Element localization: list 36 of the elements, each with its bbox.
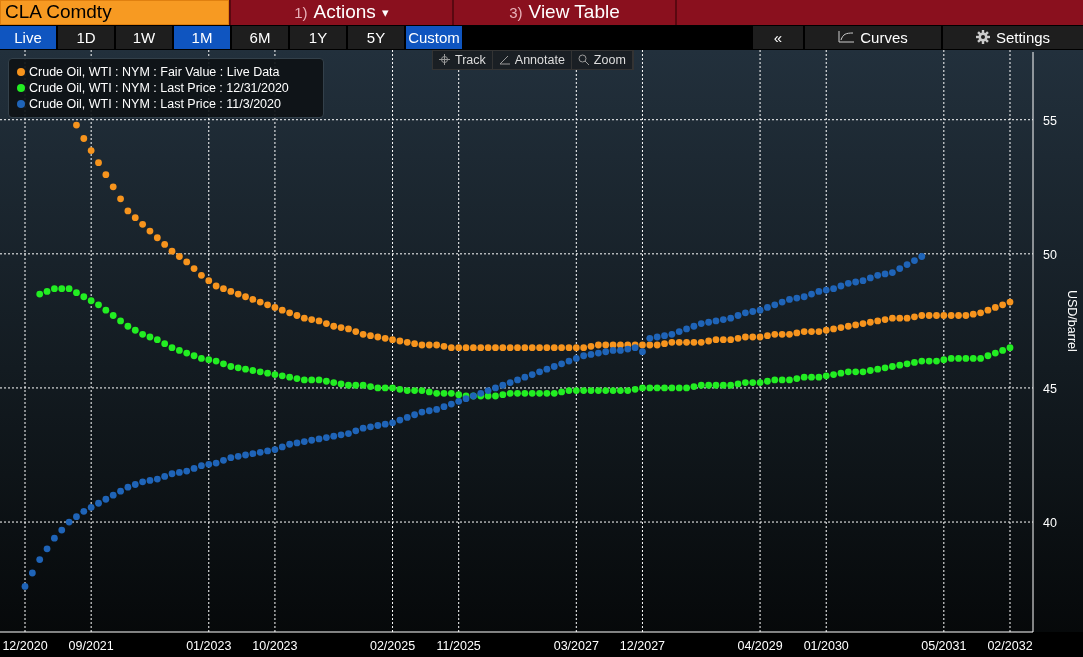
y-tick-label: 45 [1043, 381, 1057, 396]
y-tick-label: 50 [1043, 247, 1057, 262]
collapse-button[interactable]: « [753, 25, 803, 49]
y-tick-label: 40 [1043, 515, 1057, 530]
x-tick-label: 04/2029 [737, 638, 783, 653]
x-tick-label: 05/2031 [921, 638, 967, 653]
legend-label: Crude Oil, WTI : NYM : Last Price : 11/3/2020 [29, 95, 281, 112]
range-tab[interactable]: Custom [406, 25, 462, 49]
x-tick-label: 09/2021 [68, 638, 114, 653]
x-tick-label: 02/2025 [369, 638, 416, 653]
legend-label: Crude Oil, WTI : NYM : Last Price : 12/31/2020 [29, 79, 289, 96]
legend-label: Crude Oil, WTI : NYM : Fair Value : Live Data [29, 63, 280, 80]
x-tick-label: 01/2030 [803, 638, 849, 653]
range-tab[interactable]: 6M [232, 25, 288, 49]
x-tick-label: 10/2023 [252, 638, 298, 653]
range-tab[interactable]: 5Y [348, 25, 404, 49]
curves-button[interactable]: Curves [805, 25, 941, 49]
x-tick-label: 02/2032 [987, 638, 1033, 653]
x-tick-label: 01/2023 [186, 638, 232, 653]
ticker-field[interactable]: CLA Comdty [0, 0, 229, 25]
range-tab[interactable]: 1Y [290, 25, 346, 49]
chart-tool-button[interactable]: Track [433, 50, 493, 69]
range-tab[interactable]: Live [0, 25, 56, 49]
y-tick-label: 55 [1043, 113, 1057, 128]
y-axis-title: USD/barrel [1065, 289, 1079, 352]
range-tab[interactable]: 1W [116, 25, 172, 49]
x-tick-label: 12/2027 [619, 638, 666, 653]
caret-icon: ▾ [381, 5, 389, 20]
settings-button[interactable]: Settings [943, 25, 1083, 49]
chart-tool-button[interactable]: Annotate [492, 50, 572, 69]
x-tick-label: 11/2025 [436, 638, 481, 653]
chart-tool-button[interactable]: Zoom [571, 50, 633, 69]
x-tick-label: 12/2020 [2, 638, 48, 653]
x-tick-label: 03/2027 [553, 638, 599, 653]
range-tab[interactable]: 1M [174, 25, 230, 49]
range-tab[interactable]: 1D [58, 25, 114, 49]
